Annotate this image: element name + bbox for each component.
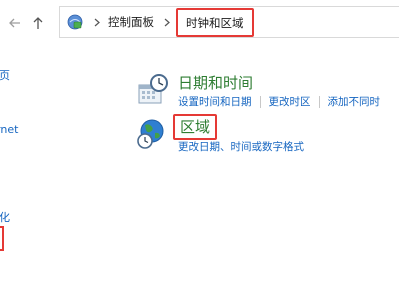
control-panel-window: 控制面板 时钟和区域 主页 全 nternet 音 性化 域 日期和时间 设置时…	[0, 0, 399, 300]
globe-clock-icon[interactable]	[135, 118, 167, 150]
date-time-task-list: 设置时间和日期 更改时区 添加不同时	[178, 94, 380, 109]
control-panel-icon	[66, 13, 84, 31]
arrow-left-icon	[9, 18, 20, 28]
sidebar-item-clock-region[interactable]: 域	[0, 226, 4, 251]
breadcrumb-clock-and-region[interactable]: 时钟和区域	[186, 16, 244, 30]
sidebar-item-home[interactable]: 主页	[0, 67, 10, 83]
chevron-right-icon	[92, 18, 102, 27]
task-divider	[318, 95, 320, 108]
clock-calendar-icon[interactable]	[137, 73, 169, 105]
add-clocks-link[interactable]: 添加不同时	[328, 94, 381, 109]
chevron-right-icon	[162, 18, 172, 27]
region-title-highlight: 区域	[173, 114, 218, 140]
up-button[interactable]	[27, 10, 49, 36]
address-bar[interactable]: 控制面板 时钟和区域	[59, 6, 399, 38]
region-task-list: 更改日期、时间或数字格式	[178, 139, 304, 154]
back-button[interactable]	[4, 10, 26, 36]
change-time-zone-link[interactable]: 更改时区	[269, 94, 311, 109]
change-formats-link[interactable]: 更改日期、时间或数字格式	[178, 139, 304, 154]
arrow-up-icon	[33, 17, 43, 29]
breadcrumb-current-highlight: 时钟和区域	[176, 7, 254, 37]
region-category-title[interactable]: 区域	[180, 118, 210, 136]
breadcrumb-control-panel[interactable]: 控制面板	[108, 14, 154, 30]
sidebar-item-network-internet[interactable]: nternet	[0, 123, 18, 136]
date-time-category-title[interactable]: 日期和时间	[178, 72, 253, 93]
sidebar-item-personalization[interactable]: 性化	[0, 209, 10, 225]
set-time-date-link[interactable]: 设置时间和日期	[178, 94, 252, 109]
task-divider	[259, 95, 261, 108]
